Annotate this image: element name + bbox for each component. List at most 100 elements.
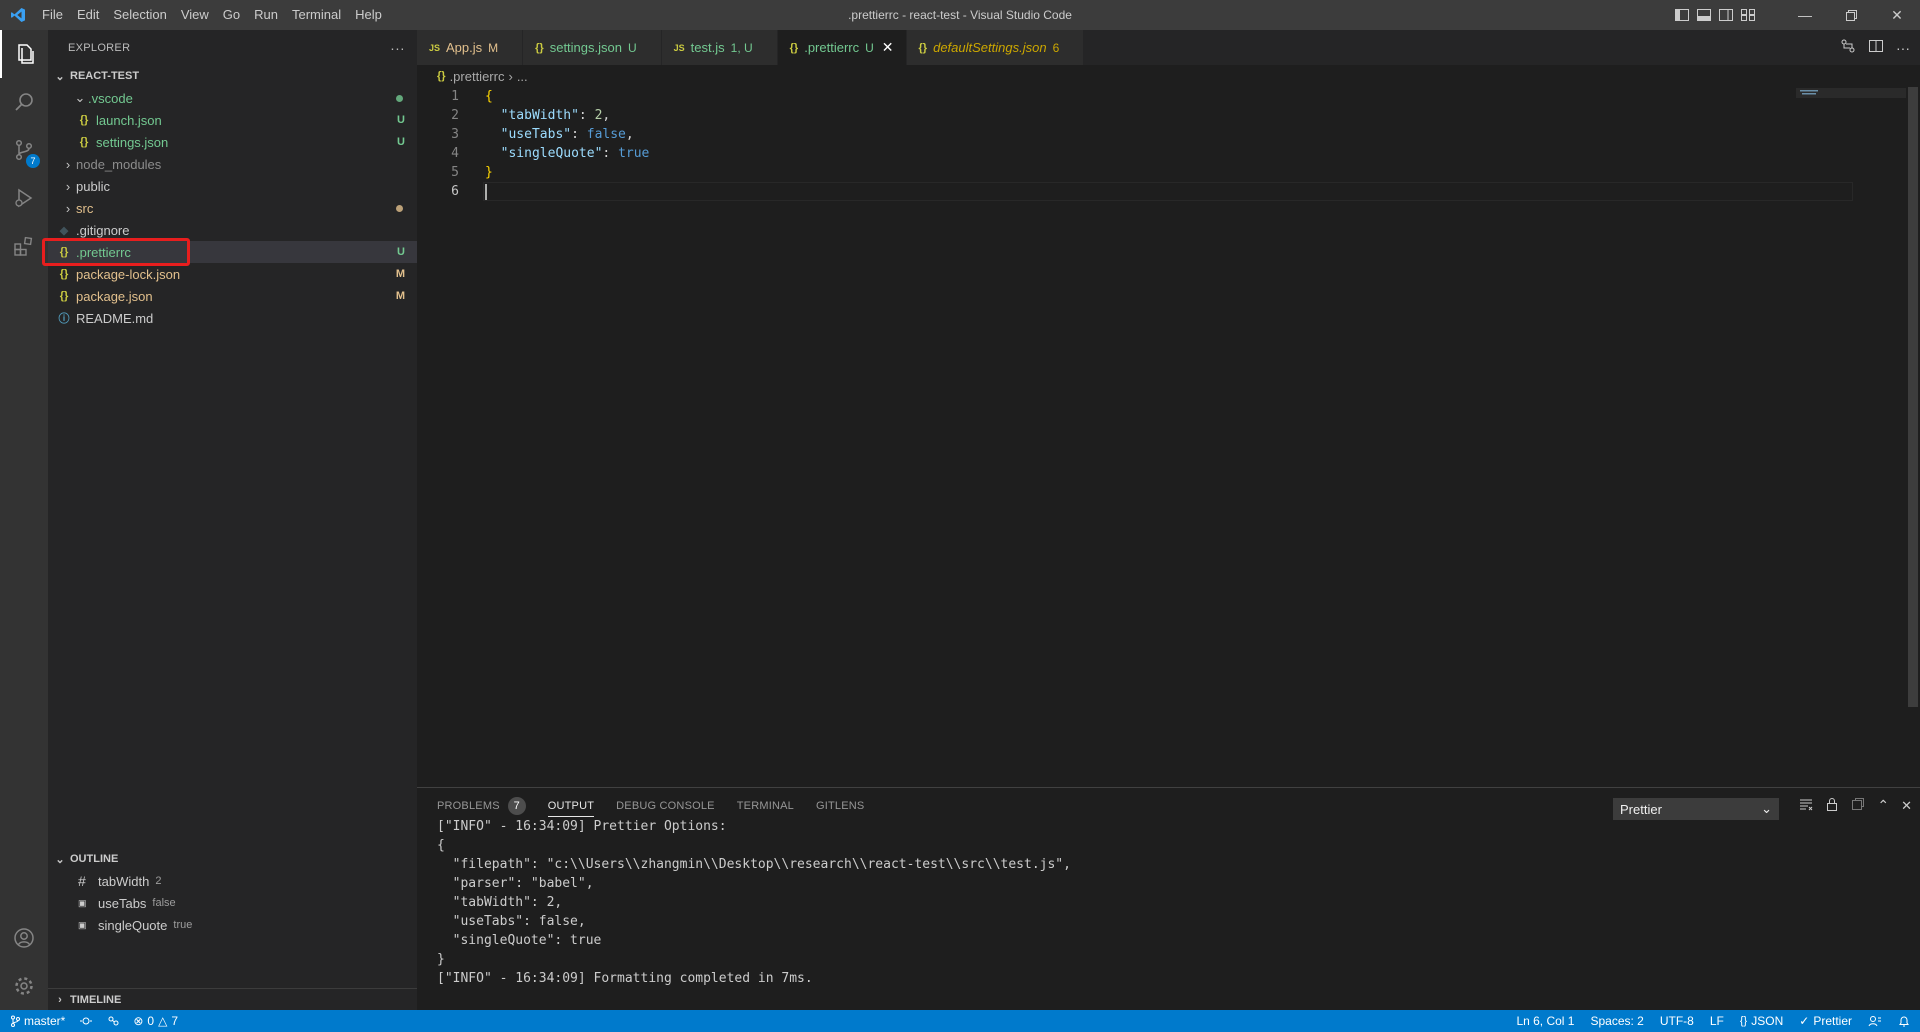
settings-gear-icon[interactable] [0, 962, 48, 1010]
tree-item-package-json[interactable]: {} package.json M [48, 285, 417, 307]
indentation[interactable]: Spaces: 2 [1590, 1014, 1643, 1028]
feedback-icon[interactable] [1868, 1015, 1882, 1027]
editor-scrollbar[interactable] [1906, 87, 1920, 787]
clear-output-icon[interactable] [1799, 797, 1813, 814]
more-actions-icon[interactable]: ··· [1896, 40, 1910, 56]
sync-icon[interactable] [79, 1015, 93, 1027]
toggle-secondary-sidebar-icon[interactable] [1718, 8, 1734, 22]
menu-bar: File Edit Selection View Go Run Terminal Help [35, 0, 389, 30]
search-icon[interactable] [0, 78, 48, 126]
outline-header[interactable]: ⌄ OUTLINE [48, 848, 417, 870]
output-log[interactable]: ["INFO" - 16:34:09] Prettier Options: { "… [437, 817, 1071, 988]
activity-bar: 7 [0, 30, 48, 1010]
tree-item-launch-json[interactable]: {} launch.json U [48, 109, 417, 131]
modified-dot [396, 204, 403, 212]
breadcrumb-file[interactable]: .prettierrc [450, 69, 505, 84]
lock-scroll-icon[interactable] [1825, 797, 1839, 814]
output-line: ["INFO" - 16:34:09] Formatting completed… [437, 971, 813, 986]
toggle-panel-icon[interactable] [1696, 8, 1712, 22]
git-branch-icon [11, 1015, 20, 1027]
explorer-more-actions-icon[interactable]: ··· [390, 40, 405, 56]
warning-count: 7 [171, 1014, 179, 1028]
menu-selection[interactable]: Selection [106, 0, 173, 30]
chevron-right-icon: › [65, 200, 71, 216]
tree-item-node-modules[interactable]: › node_modules [48, 153, 417, 175]
maximize-panel-icon[interactable]: ⌃ [1877, 797, 1889, 814]
live-share-icon[interactable] [107, 1015, 119, 1027]
menu-edit[interactable]: Edit [70, 0, 106, 30]
tab-defaultsettings-json[interactable]: {} defaultSettings.json 6 [906, 30, 1085, 65]
notifications-bell-icon[interactable] [1898, 1015, 1910, 1028]
json-file-icon: {} [59, 268, 69, 280]
outline-item[interactable]: # tabWidth 2 [48, 870, 417, 892]
close-tab-icon[interactable]: ✕ [882, 39, 894, 56]
tab-status-badge: U [627, 40, 637, 55]
code-token: "useTabs" [485, 127, 572, 142]
problems-status[interactable]: ⊗ 0 △ 7 [133, 1014, 178, 1028]
tree-item-package-lock-json[interactable]: {} package-lock.json M [48, 263, 417, 285]
prettier-status[interactable]: ✓ Prettier [1799, 1014, 1852, 1028]
customize-layout-icon[interactable] [1740, 8, 1756, 22]
cursor-position[interactable]: Ln 6, Col 1 [1516, 1014, 1574, 1028]
minimap-slider[interactable] [1796, 87, 1906, 98]
tab-prettierrc[interactable]: {} .prettierrc U ✕ [777, 30, 907, 65]
accounts-icon[interactable] [0, 914, 48, 962]
line-number: 2 [451, 108, 459, 123]
code-editor[interactable]: 1{2 "tabWidth": 2, 3 "useTabs": false, 4 "… [417, 87, 1920, 787]
timeline-section: › TIMELINE [48, 988, 417, 1011]
tree-item-readme-md[interactable]: ⓘ README.md [48, 307, 417, 329]
scrollbar-thumb[interactable] [1908, 87, 1918, 707]
open-log-icon[interactable] [1851, 797, 1865, 814]
line-number: 5 [451, 165, 459, 180]
text-cursor [485, 184, 487, 200]
menu-file[interactable]: File [35, 0, 70, 30]
code-token: { [485, 89, 493, 104]
tab-settings-json[interactable]: {} settings.json U [523, 30, 662, 65]
open-changes-icon[interactable] [1840, 38, 1856, 57]
language-mode[interactable]: {} JSON [1740, 1014, 1783, 1028]
tree-item-src[interactable]: › src [48, 197, 417, 219]
output-channel-select[interactable]: Prettier ⌄ [1613, 798, 1779, 820]
menu-help[interactable]: Help [348, 0, 389, 30]
close-window-button[interactable]: ✕ [1874, 0, 1920, 30]
branch-status[interactable]: master* [10, 1014, 65, 1028]
code-token: false [586, 127, 626, 142]
tree-item-vscode[interactable]: ⌄ .vscode [48, 87, 417, 109]
code-line: 6 [417, 182, 1920, 201]
tree-item-public[interactable]: › public [48, 175, 417, 197]
close-panel-icon[interactable]: ✕ [1901, 798, 1912, 814]
end-of-line[interactable]: LF [1710, 1014, 1724, 1028]
tab-label: test.js [690, 40, 725, 55]
outline-list: # tabWidth 2 ▣ useTabs false ▣ singleQuote true [48, 870, 417, 936]
workspace-root-label: REACT-TEST [70, 70, 140, 82]
timeline-header[interactable]: › TIMELINE [48, 989, 417, 1011]
outline-item[interactable]: ▣ singleQuote true [48, 914, 417, 936]
git-status-badge: M [395, 268, 405, 280]
run-debug-icon[interactable] [0, 174, 48, 222]
extensions-icon[interactable] [0, 222, 48, 270]
restore-button[interactable] [1828, 0, 1874, 30]
tab-app-js[interactable]: JS App.js M [417, 30, 524, 65]
tab-status-badge: 1, U [730, 40, 753, 55]
menu-view[interactable]: View [174, 0, 216, 30]
encoding[interactable]: UTF-8 [1660, 1014, 1694, 1028]
outline-item[interactable]: ▣ useTabs false [48, 892, 417, 914]
workspace-root[interactable]: ⌄ REACT-TEST [48, 65, 417, 87]
minimize-button[interactable]: — [1782, 0, 1828, 30]
split-editor-icon[interactable] [1868, 38, 1884, 57]
source-control-icon[interactable]: 7 [0, 126, 48, 174]
tab-test-js[interactable]: JS test.js 1, U [661, 30, 778, 65]
status-bar: master* ⊗ 0 △ 7 Ln 6, Col 1 Spaces: 2 UT… [0, 1010, 1920, 1032]
output-channel-value: Prettier [1620, 801, 1662, 817]
panel-tab-label: GITLENS [815, 799, 865, 812]
explorer-icon[interactable] [0, 30, 48, 78]
menu-terminal[interactable]: Terminal [285, 0, 348, 30]
menu-go[interactable]: Go [216, 0, 247, 30]
breadcrumb-symbol[interactable]: ... [517, 69, 528, 84]
tree-item-settings-json[interactable]: {} settings.json U [48, 131, 417, 153]
js-file-icon: JS [673, 42, 685, 53]
menu-run[interactable]: Run [247, 0, 285, 30]
line-number: 3 [451, 127, 459, 142]
toggle-primary-sidebar-icon[interactable] [1674, 8, 1690, 22]
outline-item-value: false [152, 897, 176, 909]
